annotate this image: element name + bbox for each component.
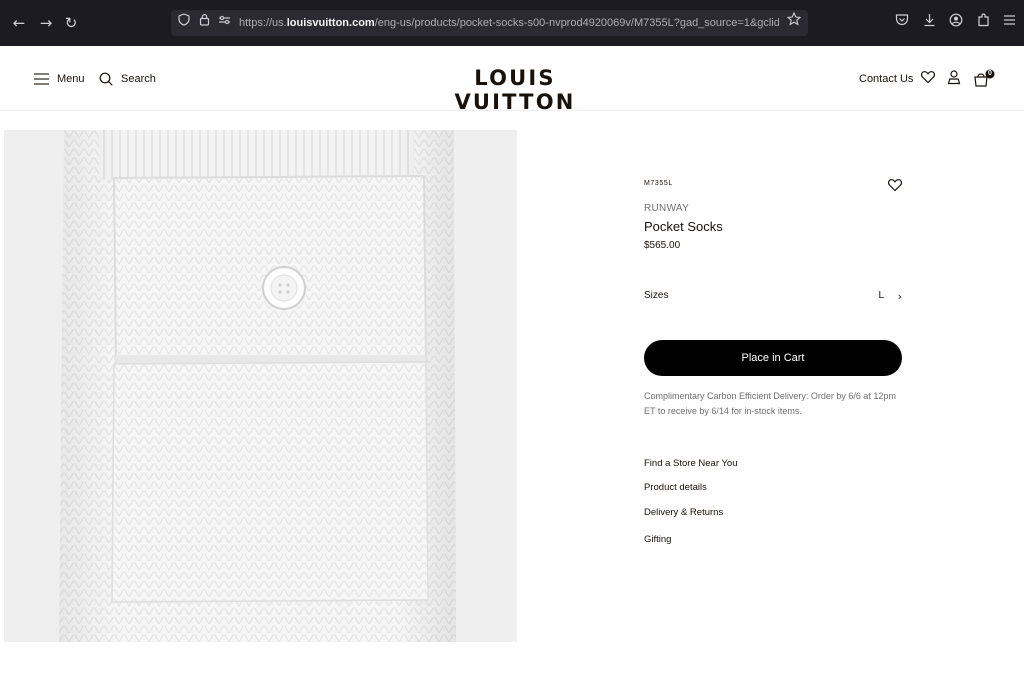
- selected-size: L: [878, 290, 884, 301]
- product-price: $565.00: [644, 240, 681, 251]
- place-in-cart-button[interactable]: Place in Cart: [644, 340, 902, 376]
- find-store-link[interactable]: Find a Store Near You: [644, 458, 737, 469]
- site-header: Menu Search LOUIS VUITTON Contact Us 0: [0, 46, 1024, 114]
- url-prefix: https://us.: [239, 17, 287, 29]
- size-selector[interactable]: Sizes L ›: [644, 290, 902, 304]
- search-icon: [99, 72, 113, 86]
- shield-icon[interactable]: [175, 12, 193, 34]
- contact-us-link[interactable]: Contact Us: [859, 70, 913, 88]
- address-bar[interactable]: https://us.louisvuitton.com/eng-us/produ…: [171, 10, 808, 36]
- menu-button[interactable]: Menu: [34, 70, 85, 88]
- reload-icon[interactable]: ↻: [61, 13, 81, 33]
- brand-logo[interactable]: LOUIS VUITTON: [415, 66, 615, 114]
- heart-icon[interactable]: [920, 69, 938, 87]
- product-title: Pocket Socks: [644, 219, 723, 234]
- pocket-icon[interactable]: [892, 13, 912, 33]
- account-icon[interactable]: [946, 13, 966, 33]
- sizes-label: Sizes: [644, 290, 669, 301]
- chevron-right-icon: ›: [897, 290, 902, 303]
- menu-label: Menu: [57, 73, 85, 85]
- product-image[interactable]: [4, 130, 517, 642]
- url-text[interactable]: https://us.louisvuitton.com/eng-us/produ…: [239, 10, 779, 36]
- gifting-link[interactable]: Gifting: [644, 534, 671, 545]
- cart-count-badge: 0: [988, 70, 992, 77]
- lock-icon[interactable]: [195, 12, 213, 34]
- shopping-bag-icon[interactable]: 0: [973, 69, 995, 87]
- forward-arrow-icon[interactable]: →: [36, 13, 56, 33]
- wishlist-heart-icon[interactable]: [887, 177, 903, 193]
- product-details-link[interactable]: Product details: [644, 482, 707, 493]
- contact-label: Contact Us: [859, 73, 914, 85]
- product-collection: RUNWAY: [644, 203, 690, 214]
- user-icon[interactable]: [946, 69, 964, 87]
- url-domain: louisvuitton.com: [286, 17, 375, 29]
- url-path: /eng-us/products/pocket-socks-s00-nvprod…: [374, 17, 779, 29]
- back-arrow-icon[interactable]: ←: [9, 13, 29, 33]
- download-icon[interactable]: [919, 13, 939, 33]
- product-sku: M7355L: [644, 180, 673, 187]
- menu-icon: [34, 73, 49, 85]
- permissions-icon[interactable]: [215, 12, 233, 34]
- bookmark-star-icon[interactable]: [785, 11, 803, 34]
- hamburger-menu-icon[interactable]: [999, 13, 1019, 33]
- delivery-returns-link[interactable]: Delivery & Returns: [644, 507, 723, 518]
- search-button[interactable]: Search: [99, 70, 156, 88]
- knit-sock-illustration: [4, 130, 517, 642]
- extensions-icon[interactable]: [973, 13, 993, 33]
- search-label: Search: [121, 73, 156, 85]
- browser-toolbar: ← → ↻ https://us.louisvuitton.com/eng-us…: [0, 0, 1024, 46]
- delivery-note: Complimentary Carbon Efficient Delivery:…: [644, 391, 896, 416]
